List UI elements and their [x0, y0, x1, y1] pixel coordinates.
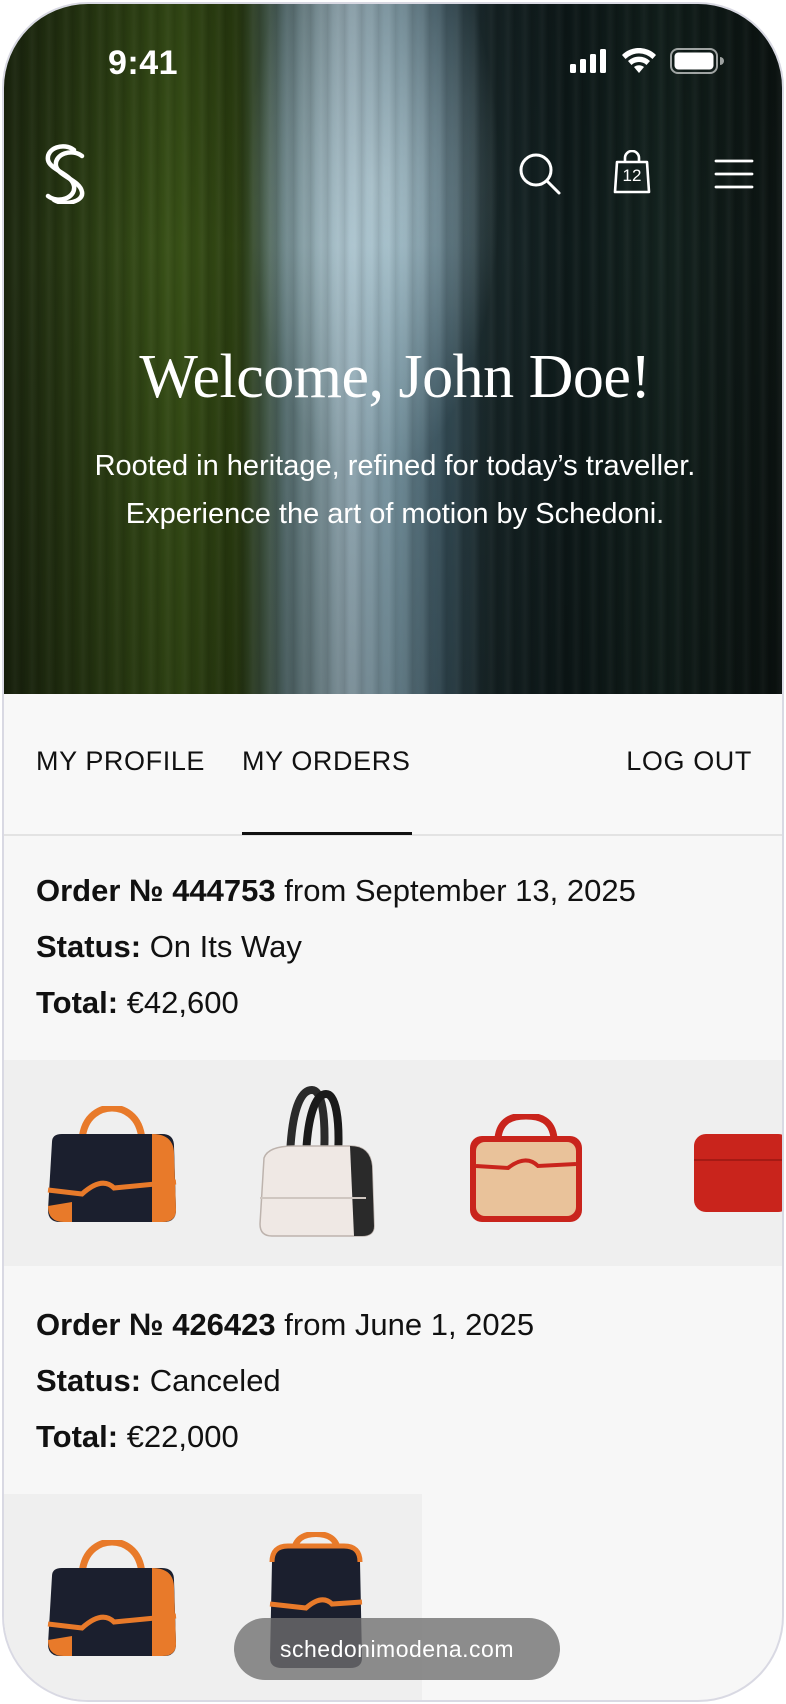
- status-bar: 9:41: [4, 4, 782, 114]
- order-items-strip[interactable]: [4, 1060, 784, 1266]
- status-time: 9:41: [108, 44, 179, 82]
- hamburger-menu-icon[interactable]: [710, 150, 758, 198]
- cart-count-badge: 12: [622, 166, 642, 185]
- total-value: €22,000: [118, 1419, 239, 1454]
- order-number: Order № 426423: [36, 1307, 276, 1342]
- total-label: Total:: [36, 1419, 119, 1454]
- order-number: Order № 444753: [36, 873, 276, 908]
- schedoni-logo[interactable]: [34, 144, 90, 204]
- total-label: Total:: [36, 985, 119, 1020]
- order-total-line: Total: €22,000: [36, 1418, 776, 1456]
- welcome-heading: Welcome, John Doe!: [139, 343, 651, 411]
- order-status-line: Status: On Its Way: [36, 928, 776, 966]
- red-leather-case[interactable]: [692, 1130, 784, 1216]
- order-card[interactable]: Order № 444753 from September 13, 2025 S…: [36, 872, 776, 1022]
- active-tab-indicator: [242, 832, 412, 835]
- shopping-bag-button[interactable]: 12: [612, 149, 660, 198]
- hero-banner: 9:41 12 Welcome, John Doe! Rooted in her…: [4, 4, 782, 694]
- order-number-line: Order № 444753 from September 13, 2025: [36, 872, 776, 910]
- white-black-shoulder-bag[interactable]: [254, 1086, 382, 1242]
- navy-orange-duffel-bag[interactable]: [42, 1540, 182, 1664]
- phone-frame: 9:41 12 Welcome, John Doe! Rooted in her…: [2, 2, 784, 1702]
- wifi-icon: [622, 48, 656, 73]
- hero-subtitle-line-2: Experience the art of motion by Schedoni…: [125, 498, 665, 530]
- cellular-signal-icon: [570, 49, 606, 73]
- order-status-line: Status: Canceled: [36, 1362, 776, 1400]
- status-value: Canceled: [141, 1363, 281, 1398]
- status-value: On Its Way: [141, 929, 302, 964]
- tab-log-out[interactable]: LOG OUT: [626, 746, 752, 777]
- order-date: from September 13, 2025: [275, 873, 636, 908]
- status-label: Status:: [36, 1363, 142, 1398]
- tab-my-orders[interactable]: MY ORDERS: [242, 746, 410, 777]
- status-label: Status:: [36, 929, 142, 964]
- top-navigation: 12: [4, 144, 782, 204]
- hero-subtitle-line-1: Rooted in heritage, refined for today’s …: [94, 450, 696, 482]
- total-value: €42,600: [118, 985, 239, 1020]
- order-total-line: Total: €42,600: [36, 984, 776, 1022]
- order-date: from June 1, 2025: [275, 1307, 535, 1342]
- navy-orange-duffel-bag[interactable]: [42, 1106, 182, 1230]
- account-tabs: MY PROFILE MY ORDERS LOG OUT: [4, 694, 782, 836]
- tab-my-profile[interactable]: MY PROFILE: [36, 746, 205, 777]
- search-icon[interactable]: [516, 150, 564, 198]
- order-card[interactable]: Order № 426423 from June 1, 2025 Status:…: [36, 1306, 776, 1456]
- hero-subtitle: Rooted in heritage, refined for today’s …: [44, 442, 746, 538]
- browser-url-pill[interactable]: schedonimodena.com: [234, 1618, 560, 1680]
- order-number-line: Order № 426423 from June 1, 2025: [36, 1306, 776, 1344]
- status-icons: [570, 48, 724, 74]
- battery-icon: [670, 48, 724, 74]
